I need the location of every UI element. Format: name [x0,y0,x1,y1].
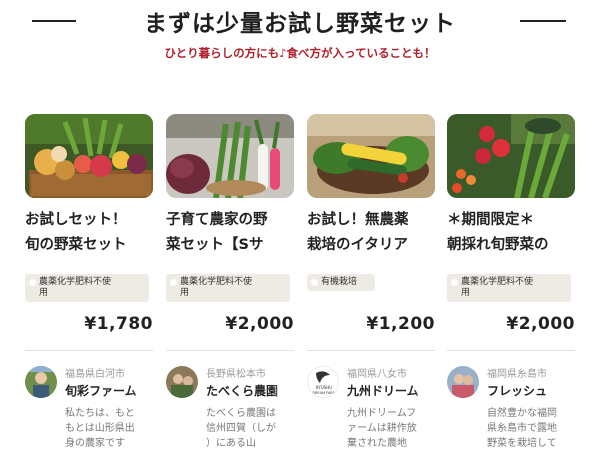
product-photo[interactable] [25,114,153,198]
product-card[interactable]: お試し！無農薬 栽培のイタリア 有機栽培 ¥1,200 KYUSHU DREAM… [307,114,435,457]
farm-description: たべくら農園は 信州四賀（しが ）にある山 [206,408,276,449]
farmer-avatar[interactable] [447,366,479,398]
product-tag: 農薬化学肥料不使 用 [25,274,149,302]
product-card[interactable]: ＊期間限定＊ 朝採れ旬野菜の 農薬化学肥料不使 用 ¥2,000 福岡県糸島市 … [447,114,575,457]
farm-name[interactable]: 九州ドリーム [347,382,435,399]
farm-name[interactable]: 旬彩ファーム [65,382,153,399]
product-photo[interactable] [307,114,435,198]
product-tag: 有機栽培 [307,274,375,291]
product-tag: 農薬化学肥料不使 用 [447,274,571,302]
farmer-avatar[interactable] [25,366,57,398]
farm-logo-avatar[interactable]: KYUSHU DREAM FARM [307,366,339,398]
product-card[interactable]: 子育て農家の野 菜セット【Sサ 農薬化学肥料不使 用 ¥2,000 長野県松本市… [166,114,294,457]
product-card[interactable]: お試しセット！ 旬の野菜セット 農薬化学肥料不使 用 ¥1,780 福島県白河市… [25,114,153,457]
farmer-avatar[interactable] [166,366,198,398]
tag-dot [451,279,458,286]
header-rule-right [520,20,566,22]
product-price: ¥2,000 [506,314,575,334]
card-divider [307,350,435,351]
farm-location: 福岡県糸島市 [487,369,547,380]
tag-dot [29,279,36,286]
product-price: ¥1,200 [366,314,435,334]
product-name[interactable]: ＊期間限定＊ 朝採れ旬野菜の [447,208,575,260]
product-price: ¥2,000 [225,314,294,334]
product-name[interactable]: 子育て農家の野 菜セット【Sサ [166,208,294,260]
section-header: まずは少量お試し野菜セット ひとり暮らしの方にも♪食べ方が入っていることも！ [0,0,600,72]
farm-location: 福岡県八女市 [347,369,407,380]
farm-location: 長野県松本市 [206,369,266,380]
farm-description: 自然豊かな福岡 県糸島市で露地 野菜を栽培して [487,408,557,449]
product-photo[interactable] [447,114,575,198]
farm-location: 福島県白河市 [65,369,125,380]
card-divider [25,350,153,351]
farm-description: 私たちは、もと もとは山形県出 身の農家です [65,408,135,449]
product-price: ¥1,780 [84,314,153,334]
farm-name[interactable]: フレッシュ [487,382,575,399]
card-divider [447,350,575,351]
tag-dot [311,279,318,286]
product-name[interactable]: お試しセット！ 旬の野菜セット [25,208,153,260]
section-subtitle: ひとり暮らしの方にも♪食べ方が入っていることも！ [164,46,436,60]
section-title: まずは少量お試し野菜セット [144,11,456,37]
farm-description: 九州ドリームフ ァームは耕作放 棄された農地 [347,408,417,449]
logo-text-line1: KYUSHU [316,385,332,390]
tag-dot [170,279,177,286]
product-tag: 農薬化学肥料不使 用 [166,274,290,302]
product-photo[interactable] [166,114,294,198]
logo-text-line2: DREAM FARM [312,391,335,395]
product-name[interactable]: お試し！無農薬 栽培のイタリア [307,208,435,260]
farm-name[interactable]: たべくら農園 [206,382,294,399]
card-divider [166,350,294,351]
